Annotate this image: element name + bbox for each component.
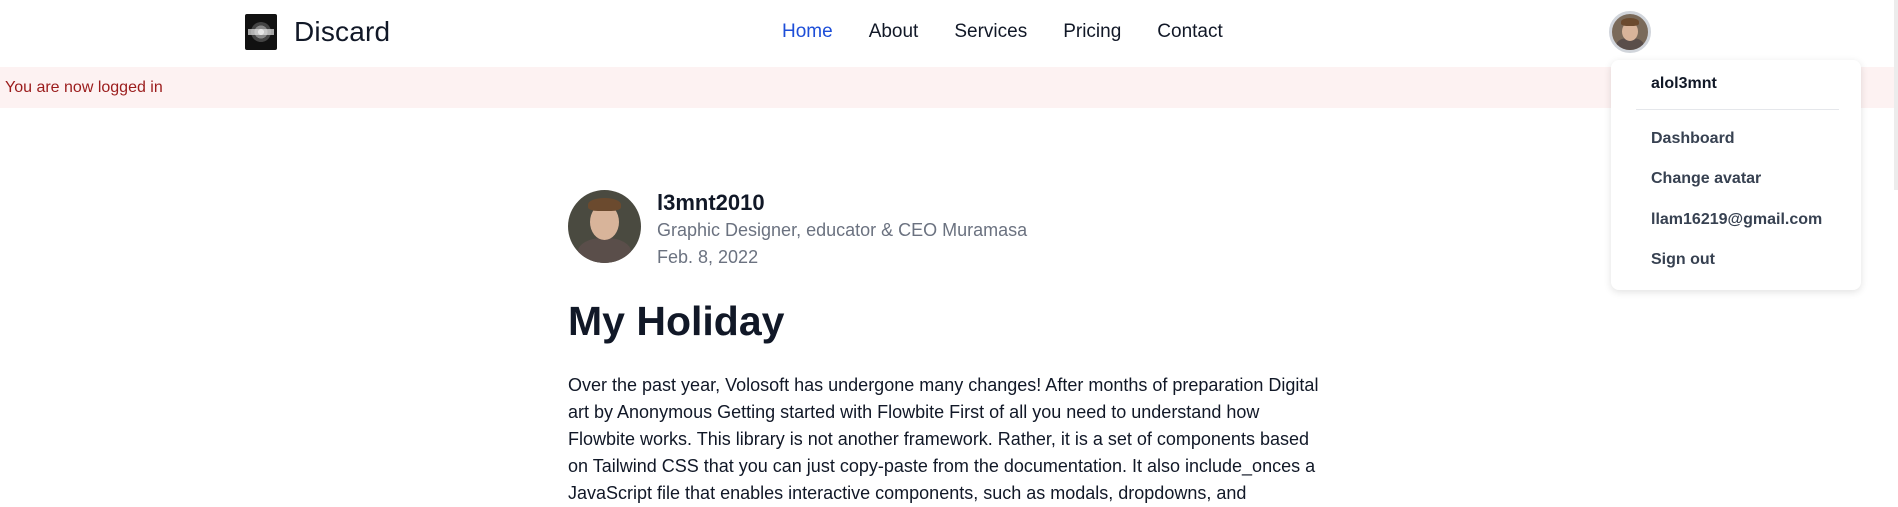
- nav-link-contact[interactable]: Contact: [1157, 21, 1222, 43]
- author-name[interactable]: l3mnt2010: [657, 190, 765, 216]
- nav-link-about[interactable]: About: [869, 21, 919, 43]
- discard-logo-icon: [245, 14, 277, 50]
- brand-name: Discard: [294, 16, 391, 47]
- dropdown-item-email[interactable]: llam16219@gmail.com: [1651, 211, 1822, 229]
- nav-link-home[interactable]: Home: [782, 21, 833, 43]
- nav-link-pricing[interactable]: Pricing: [1063, 21, 1121, 43]
- user-dropdown-menu: alol3mnt Dashboard Change avatar llam162…: [1611, 60, 1861, 290]
- brand-link[interactable]: Discard: [245, 14, 390, 50]
- dropdown-divider: [1636, 109, 1839, 110]
- dropdown-item-dashboard[interactable]: Dashboard: [1651, 130, 1735, 148]
- author-avatar: [568, 190, 641, 263]
- article-title: My Holiday: [568, 298, 785, 344]
- dropdown-item-change-avatar[interactable]: Change avatar: [1651, 170, 1761, 188]
- user-avatar-button[interactable]: [1609, 11, 1651, 53]
- dropdown-item-sign-out[interactable]: Sign out: [1651, 251, 1715, 269]
- author-role: Graphic Designer, educator & CEO Muramas…: [657, 220, 1028, 240]
- alert-message: You are now logged in: [5, 79, 163, 96]
- top-navbar: Discard Home About Services Pricing Cont…: [0, 0, 1898, 66]
- article-body: Over the past year, Volosoft has undergo…: [568, 375, 1319, 503]
- publish-date: Feb. 8, 2022: [657, 247, 759, 267]
- nav-link-services[interactable]: Services: [954, 21, 1027, 43]
- main-menu: Home About Services Pricing Contact: [782, 21, 1259, 43]
- page-scrollbar[interactable]: [1894, 0, 1898, 190]
- dropdown-username: alol3mnt: [1651, 75, 1717, 92]
